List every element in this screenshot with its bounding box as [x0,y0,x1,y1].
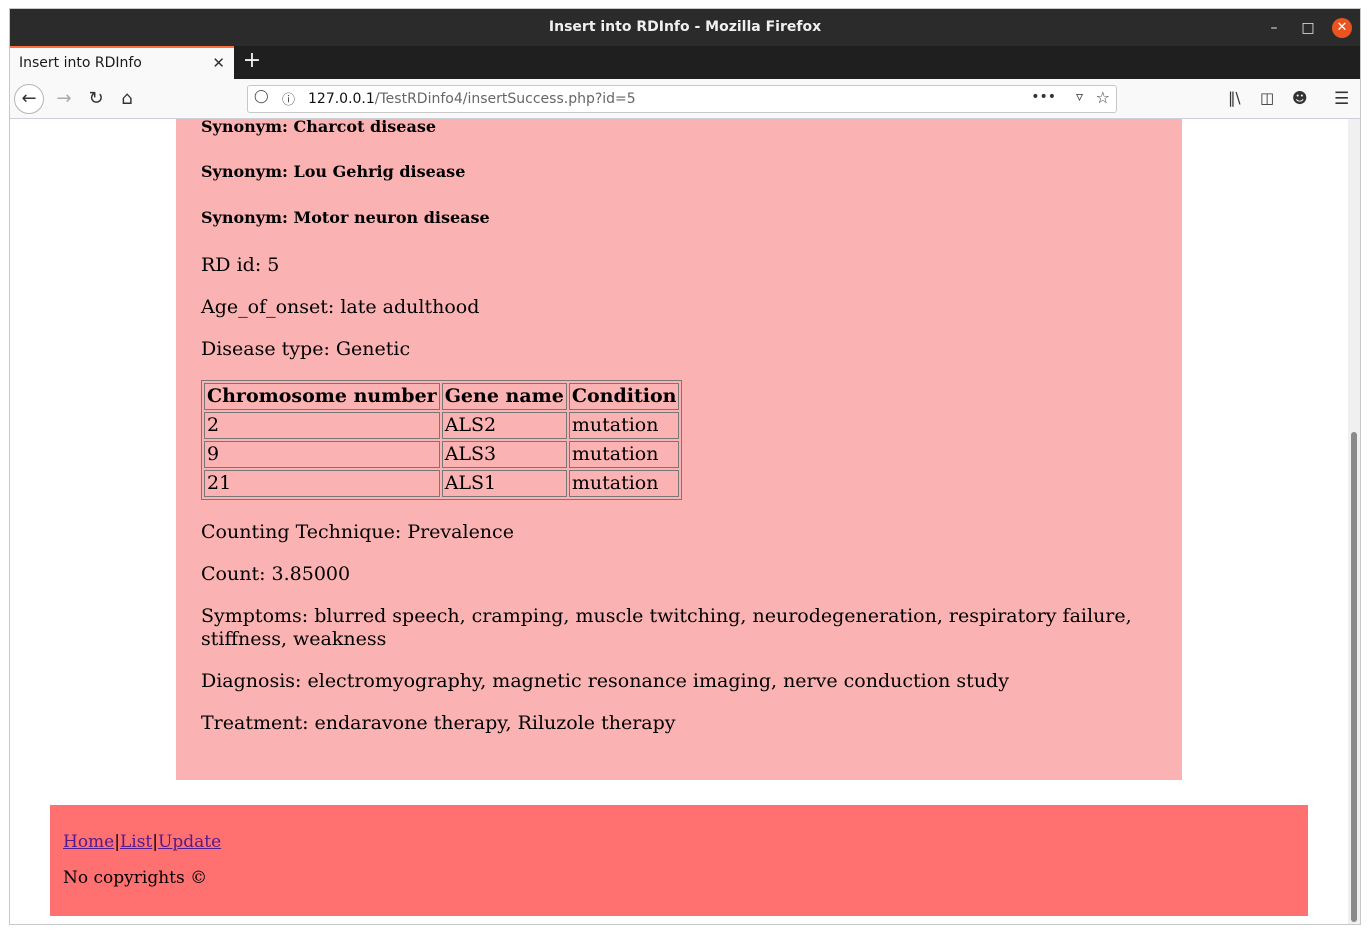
maximize-icon[interactable]: □ [1298,18,1318,38]
table-row: 9 ALS3 mutation [204,441,680,468]
close-icon[interactable]: ✕ [1332,18,1352,38]
synonym-item: Synonym: Lou Gehrig disease [201,162,466,181]
menu-icon[interactable]: ☰ [1334,89,1349,109]
sidebar-icon[interactable]: ◫ [1260,89,1274,107]
column-header: Gene name [441,383,567,410]
home-link[interactable]: Home [63,832,114,852]
age-of-onset: Age_of_onset: late adulthood [201,296,480,318]
count: Count: 3.85000 [201,563,351,585]
window-title: Insert into RDInfo - Mozilla Firefox [548,19,822,35]
synonym-item: Synonym: Charcot disease [201,119,437,136]
new-tab-icon[interactable]: + [242,49,262,73]
tab-close-icon[interactable]: ✕ [212,54,225,72]
page-footer: Home|List|Update No copyrights © [50,805,1308,916]
table-cell: 21 [204,470,440,497]
column-header: Chromosome number [204,383,440,410]
counting-technique: Counting Technique: Prevalence [201,521,514,543]
title-bar: Insert into RDInfo - Mozilla Firefox – □… [10,9,1360,46]
info-icon[interactable]: ⓘ [282,89,295,108]
diagnosis: Diagnosis: electromyography, magnetic re… [201,670,1009,692]
disease-type: Disease type: Genetic [201,338,411,360]
disease-info-panel: Synonym: Charcot disease Synonym: Lou Ge… [176,119,1182,780]
tab-label: Insert into RDInfo [19,55,142,71]
home-icon[interactable]: ⌂ [113,85,141,113]
url-bar[interactable]: ◯ ⓘ 127.0.0.1/TestRDinfo4/insertSuccess.… [247,85,1117,113]
pocket-icon[interactable]: ▿ [1076,89,1083,105]
scrollbar-thumb[interactable] [1351,432,1357,922]
column-header: Condition [568,383,680,410]
table-cell: mutation [568,441,680,468]
symptoms: Symptoms: blurred speech, cramping, musc… [201,605,1132,650]
table-row: 21 ALS1 mutation [204,470,680,497]
list-link[interactable]: List [120,832,152,852]
url-text[interactable]: 127.0.0.1/TestRDinfo4/insertSuccess.php?… [308,91,636,107]
forward-icon[interactable]: → [50,85,78,113]
browser-window: Insert into RDInfo - Mozilla Firefox – □… [9,8,1361,925]
table-header-row: Chromosome number Gene name Condition [204,383,680,410]
account-icon[interactable]: ☻ [1292,89,1308,107]
rd-id: RD id: 5 [201,254,280,276]
table-cell: 9 [204,441,440,468]
vertical-scrollbar[interactable] [1348,119,1360,924]
url-host: 127.0.0.1 [308,91,375,107]
bookmark-star-icon[interactable]: ☆ [1096,88,1110,107]
tab-insert-rdinfo[interactable]: Insert into RDInfo ✕ [10,46,234,79]
table-cell: ALS1 [441,470,567,497]
reload-icon[interactable]: ↻ [82,85,110,113]
back-icon[interactable]: ← [14,84,44,114]
table-cell: ALS2 [441,412,567,439]
table-row: 2 ALS2 mutation [204,412,680,439]
synonym-item: Synonym: Motor neuron disease [201,208,490,227]
footer-links: Home|List|Update [63,832,221,852]
treatment: Treatment: endaravone therapy, Riluzole … [201,712,676,734]
page-viewport: Synonym: Charcot disease Synonym: Lou Ge… [10,119,1348,924]
tab-strip: Insert into RDInfo ✕ + [10,46,1360,79]
library-icon[interactable]: ‖\ [1228,89,1241,107]
table-cell: ALS3 [441,441,567,468]
table-cell: mutation [568,412,680,439]
gene-table: Chromosome number Gene name Condition 2 … [201,380,683,500]
table-cell: mutation [568,470,680,497]
more-icon[interactable]: ••• [1031,89,1056,105]
copyright-text: No copyrights © [63,868,208,888]
shield-icon[interactable]: ◯ [254,89,269,104]
navigation-toolbar: ← → ↻ ⌂ ◯ ⓘ 127.0.0.1/TestRDinfo4/insert… [10,79,1360,119]
url-path: /TestRDinfo4/insertSuccess.php?id=5 [374,91,636,107]
minimize-icon[interactable]: – [1264,18,1284,38]
update-link[interactable]: Update [158,832,221,852]
table-cell: 2 [204,412,440,439]
